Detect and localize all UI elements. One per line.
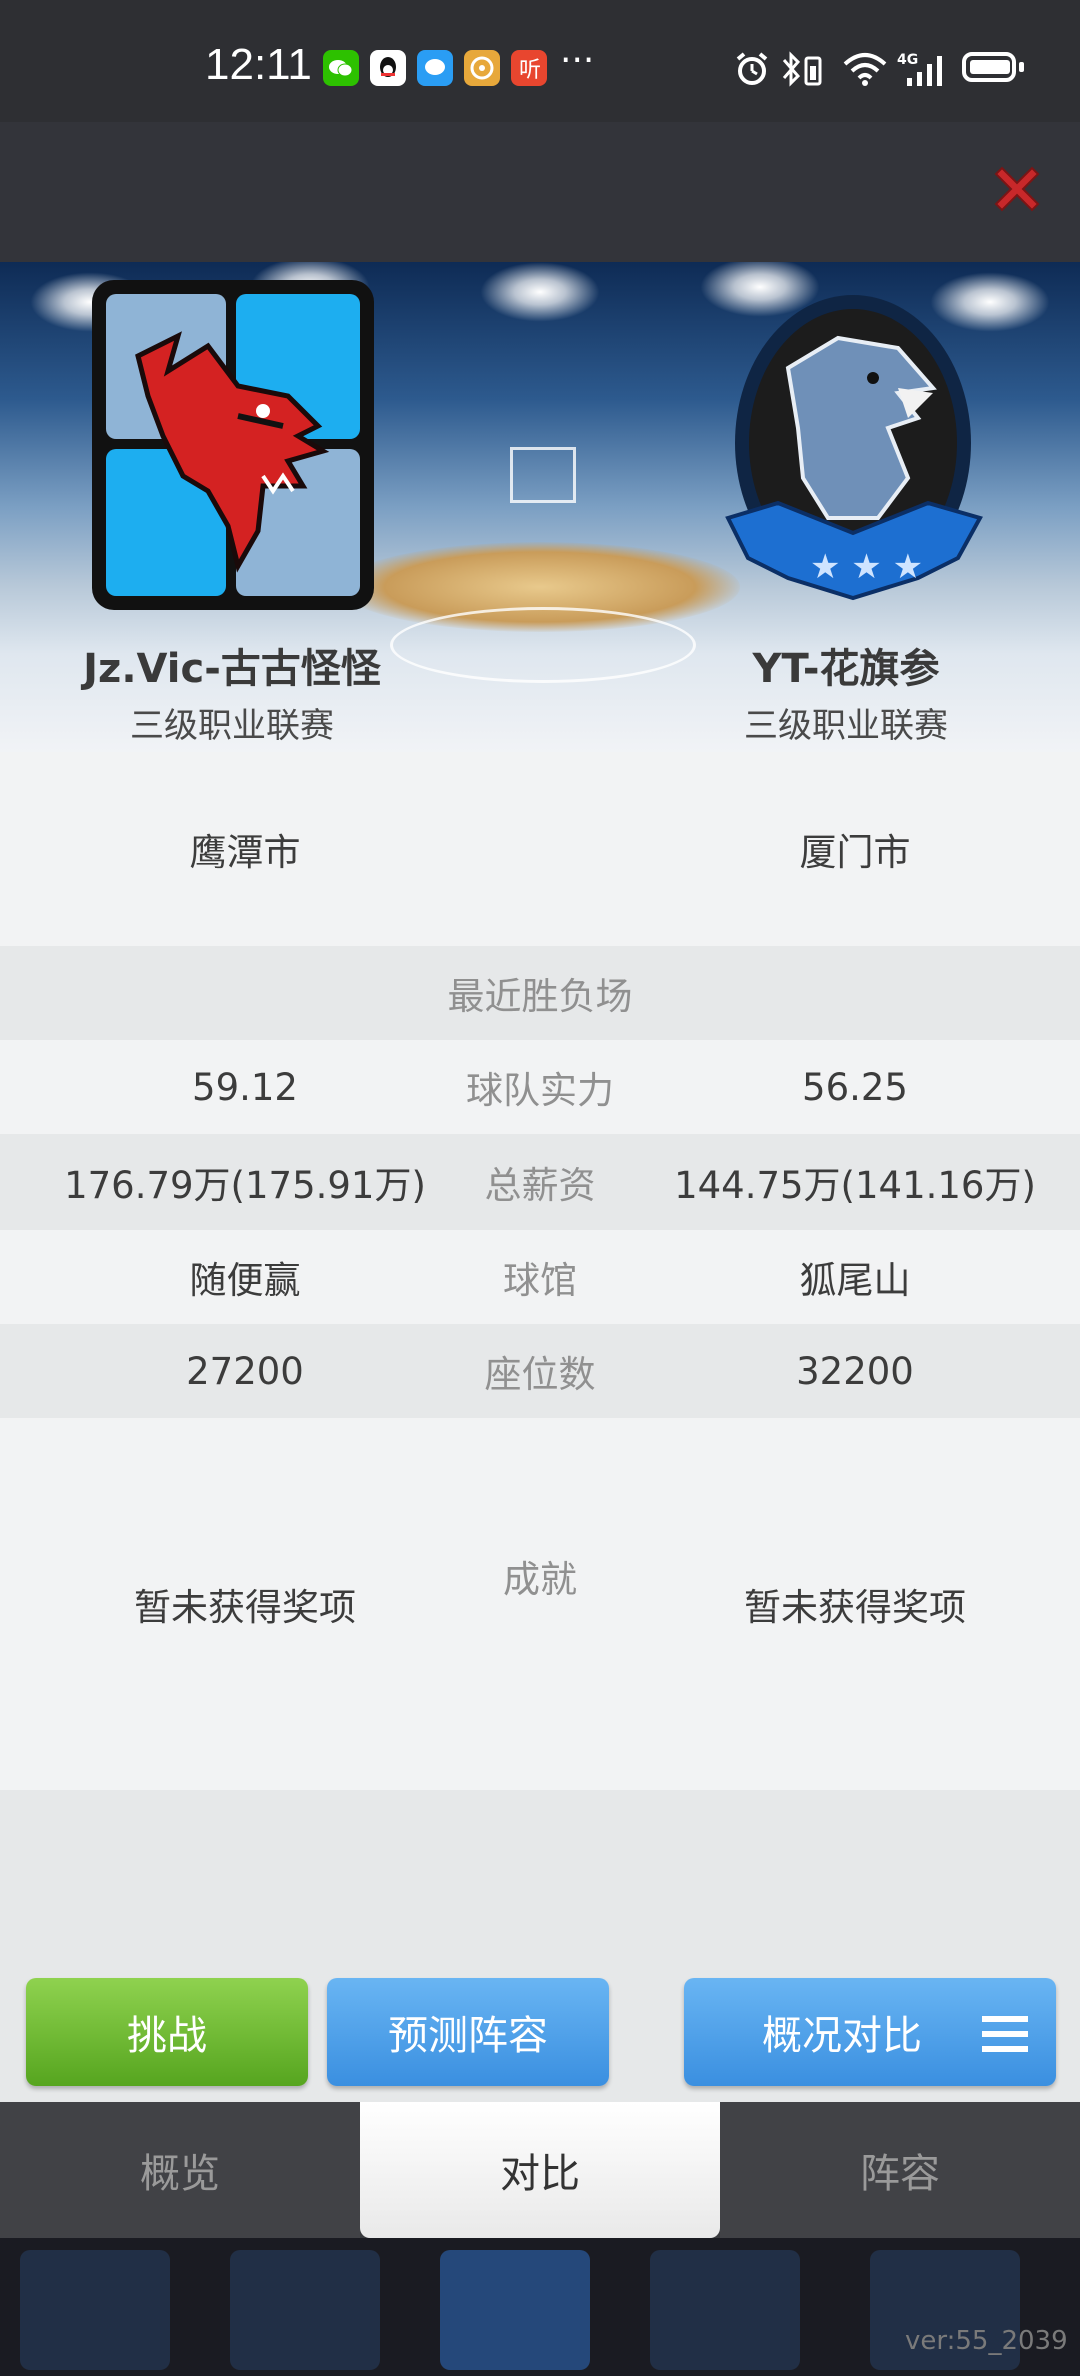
comparison-table: 鹰潭市 厦门市 最近胜负场 59.12 球队实力 56.25 176.79万(1… — [0, 752, 1080, 2102]
strength-row: 59.12 球队实力 56.25 — [0, 1040, 1080, 1134]
right-achievements: 暂未获得奖项 — [744, 1586, 966, 1629]
predict-lineup-button[interactable]: 预测阵容 — [327, 1978, 609, 2086]
close-icon[interactable] — [988, 160, 1046, 218]
right-salary: 144.75万(141.16万) — [674, 1164, 1036, 1207]
seats-row: 27200 座位数 32200 — [0, 1324, 1080, 1418]
right-city: 厦门市 — [799, 831, 911, 874]
right-strength: 56.25 — [802, 1065, 908, 1109]
left-achievements: 暂未获得奖项 — [134, 1586, 356, 1629]
svg-text:听: 听 — [519, 58, 541, 83]
qq-icon — [370, 50, 406, 86]
left-salary: 176.79万(175.91万) — [64, 1164, 426, 1207]
overview-compare-label: 概况对比 — [762, 2013, 922, 2059]
salary-row: 176.79万(175.91万) 总薪资 144.75万(141.16万) — [0, 1134, 1080, 1230]
achievements-row: 暂未获得奖项 成就 暂未获得奖项 — [0, 1418, 1080, 1790]
left-city: 鹰潭市 — [189, 831, 301, 874]
right-seats: 32200 — [796, 1349, 914, 1393]
arena-row: 随便赢 球馆 狐尾山 — [0, 1230, 1080, 1324]
dialog-header — [0, 122, 1080, 262]
left-strength: 59.12 — [192, 1065, 298, 1109]
left-seats: 27200 — [186, 1349, 304, 1393]
recent-record-label: 最近胜负场 — [447, 975, 633, 1018]
red-dragon-logo — [88, 276, 378, 616]
battery-icon — [962, 52, 1024, 82]
listen-icon: 听 — [511, 50, 547, 86]
left-team-league: 三级职业联赛 — [130, 706, 334, 746]
network-type-label: 4G — [897, 52, 918, 68]
message-icon — [417, 50, 453, 86]
tab-compare[interactable]: 对比 — [360, 2102, 720, 2238]
city-row: 鹰潭市 厦门市 — [0, 752, 1080, 946]
blue-eagle-logo: ★ ★ ★ — [718, 278, 993, 618]
tab-overview[interactable]: 概览 — [0, 2102, 360, 2238]
status-bar: 12:11 听 ··· 4G — [0, 0, 1080, 122]
tab-lineup[interactable]: 阵容 — [720, 2102, 1080, 2238]
nav-icon-2 — [230, 2250, 380, 2370]
right-arena: 狐尾山 — [799, 1259, 911, 1302]
menu-icon — [982, 2016, 1028, 2052]
alarm-icon — [733, 50, 771, 86]
nav-icon-1 — [20, 2250, 170, 2370]
cellular-signal-icon: 4G — [897, 50, 951, 86]
nav-icon-4 — [650, 2250, 800, 2370]
wechat-icon — [323, 50, 359, 86]
right-team-name: YT-花旗参 — [752, 646, 940, 692]
bluetooth-battery-icon — [780, 50, 832, 87]
left-arena: 随便赢 — [189, 1259, 301, 1302]
album-icon — [464, 50, 500, 86]
version-label: ver:55_2039 — [905, 2326, 1068, 2356]
nav-icon-3 — [440, 2250, 590, 2370]
tab-bar: 概览 对比 阵容 — [0, 2102, 1080, 2238]
recent-record-row: 最近胜负场 — [0, 946, 1080, 1040]
clock: 12:11 — [205, 40, 312, 89]
right-team-league: 三级职业联赛 — [744, 706, 948, 746]
challenge-button[interactable]: 挑战 — [26, 1978, 308, 2086]
overview-compare-button[interactable]: 概况对比 — [684, 1978, 1056, 2086]
left-team-name: Jz.Vic-古古怪怪 — [83, 646, 381, 692]
svg-text:★ ★ ★: ★ ★ ★ — [810, 547, 923, 587]
more-notifications-icon: ··· — [560, 40, 595, 81]
wifi-icon — [842, 50, 888, 86]
